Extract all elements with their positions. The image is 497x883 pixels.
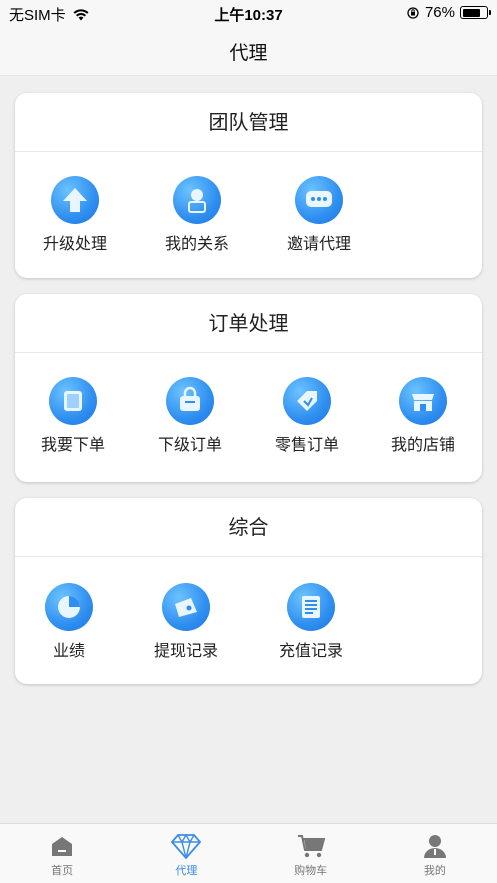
- retail-orders-button[interactable]: 零售订单: [253, 377, 361, 455]
- my-relationship-button[interactable]: 我的关系: [143, 176, 251, 254]
- upgrade-processing-button[interactable]: 升级处理: [21, 176, 129, 254]
- item-label: 业绩: [52, 641, 85, 660]
- tab-home[interactable]: 首页: [0, 824, 124, 883]
- item-label: 提现记录: [153, 641, 218, 660]
- tab-label: 我的: [423, 864, 446, 877]
- item-label: 充值记录: [278, 641, 343, 660]
- withdrawal-wallet-icon: [162, 583, 210, 631]
- page-title: 代理: [229, 42, 268, 64]
- orientation-lock-icon: [407, 6, 419, 19]
- diamond-icon: [124, 832, 248, 860]
- item-label: 我的关系: [164, 234, 229, 253]
- my-store-button[interactable]: 我的店铺: [369, 377, 477, 455]
- subordinate-orders-button[interactable]: 下级订单: [136, 377, 244, 455]
- item-label: 升级处理: [42, 234, 107, 253]
- tab-profile[interactable]: 我的: [373, 824, 497, 883]
- navigation-bar: 代理: [0, 26, 497, 76]
- invite-message-icon: [295, 176, 343, 224]
- battery-percent: 76%: [424, 4, 455, 21]
- comprehensive-card: 综合 业绩 提现记录 充值记录: [15, 498, 482, 684]
- team-management-card: 团队管理 升级处理 我的关系 邀请代理: [15, 93, 482, 278]
- retail-orders-tag-icon: [283, 377, 331, 425]
- cart-icon: [249, 832, 373, 860]
- profile-icon: [373, 832, 497, 860]
- section-title: 团队管理: [15, 93, 482, 152]
- item-label: 零售订单: [274, 435, 339, 454]
- home-icon: [0, 832, 124, 860]
- section-title: 综合: [15, 498, 482, 557]
- recharge-records-button[interactable]: 充值记录: [257, 583, 365, 661]
- section-title: 订单处理: [15, 294, 482, 353]
- relationship-person-icon: [173, 176, 221, 224]
- place-order-icon: [49, 377, 97, 425]
- item-label: 我的店铺: [390, 435, 455, 454]
- tab-bar: 首页 代理 购物车 我的: [0, 823, 497, 883]
- battery-icon: [460, 6, 491, 19]
- withdrawal-records-button[interactable]: 提现记录: [132, 583, 240, 661]
- place-order-button[interactable]: 我要下单: [19, 377, 127, 455]
- performance-pie-icon: [45, 583, 93, 631]
- tab-agent[interactable]: 代理: [124, 824, 248, 883]
- tab-label: 首页: [51, 864, 74, 877]
- status-bar: 无SIM卡 上午10:37 76%: [0, 0, 497, 26]
- performance-button[interactable]: 业绩: [15, 583, 123, 661]
- item-label: 我要下单: [40, 435, 105, 454]
- order-processing-card: 订单处理 我要下单 下级订单 零售订单 我的店铺: [15, 294, 482, 482]
- my-store-icon: [399, 377, 447, 425]
- tab-label: 购物车: [294, 864, 328, 877]
- invite-agent-button[interactable]: 邀请代理: [265, 176, 373, 254]
- upgrade-arrow-icon: [51, 176, 99, 224]
- item-label: 下级订单: [157, 435, 222, 454]
- recharge-list-icon: [287, 583, 335, 631]
- item-label: 邀请代理: [286, 234, 351, 253]
- tab-label: 代理: [175, 864, 198, 877]
- subordinate-orders-bag-icon: [166, 377, 214, 425]
- tab-cart[interactable]: 购物车: [249, 824, 373, 883]
